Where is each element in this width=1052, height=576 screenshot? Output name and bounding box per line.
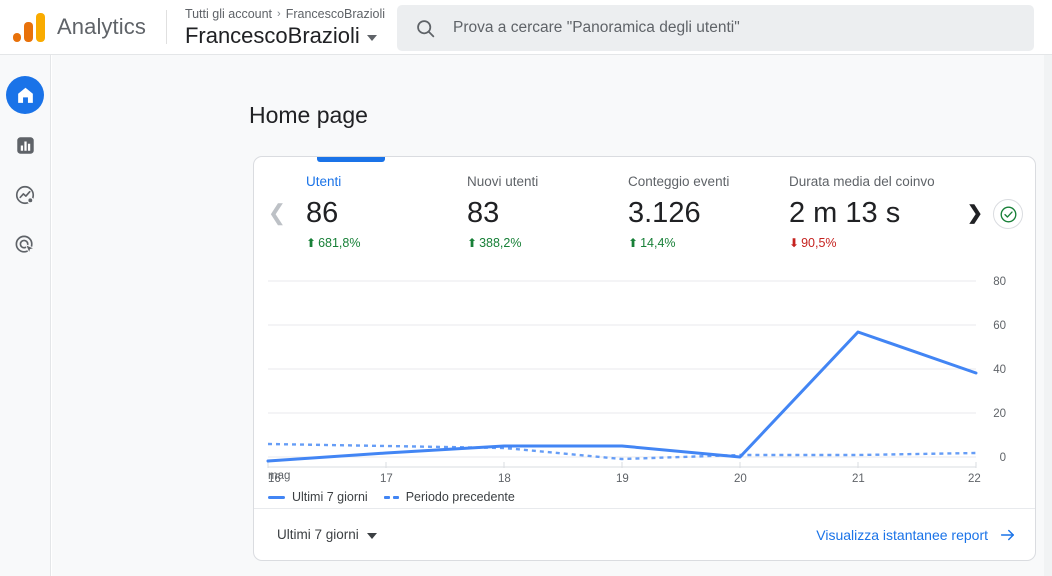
- advertising-target-icon: [15, 235, 36, 255]
- sidebar-item-explore[interactable]: [6, 176, 44, 214]
- analytics-home-link[interactable]: Analytics: [0, 12, 146, 42]
- x-tick-22: 22: [968, 473, 981, 485]
- series-ultimi-7-giorni: [266, 330, 978, 463]
- y-axis-tick-labels: 80 60 40 20 0: [993, 276, 1006, 464]
- left-nav-rail: [0, 55, 51, 576]
- legend-label: Ultimi 7 giorni: [292, 490, 368, 504]
- metric-value: 3.126: [628, 197, 701, 229]
- y-tick-20: 20: [993, 408, 1006, 420]
- metric-delta: ⬆ 14,4%: [628, 236, 789, 250]
- selected-metric-indicator: [317, 157, 385, 162]
- view-report-snapshots-link[interactable]: Visualizza istantanee report: [816, 526, 1017, 544]
- account-name-label: FrancescoBrazioli: [184, 22, 360, 48]
- x-tick-17: 17: [380, 473, 393, 485]
- chart-legend: Ultimi 7 giorni Periodo precedente: [268, 490, 515, 504]
- metrics-next-button[interactable]: ❯: [959, 173, 991, 253]
- date-range-dropdown[interactable]: Ultimi 7 giorni: [277, 527, 377, 542]
- sidebar-item-home[interactable]: [6, 76, 44, 114]
- main-scrollbar[interactable]: [1044, 55, 1052, 576]
- view-report-snapshots-label: Visualizza istantanee report: [816, 526, 988, 543]
- breadcrumb-current[interactable]: FrancescoBrazioli: [286, 6, 385, 22]
- sidebar-item-advertising[interactable]: [6, 226, 44, 264]
- metric-delta: ⬇ 90,5%: [789, 236, 950, 250]
- search-icon: [417, 19, 435, 37]
- date-range-label: Ultimi 7 giorni: [277, 527, 359, 542]
- metric-card-durata-media[interactable]: Durata media del coinvo 2 m 13 s ⬇ 90,5%: [789, 173, 950, 250]
- arrow-up-icon: ⬆: [628, 236, 639, 250]
- card-footer: Ultimi 7 giorni Visualizza istantanee re…: [254, 508, 1035, 560]
- brand-title: Analytics: [57, 14, 146, 39]
- x-axis-tick-labels: 16 17 18 19 20 21 22: [268, 473, 981, 485]
- main-content: Home page ❮ Utenti 86 ⬆ 681,8% Nuovi ute…: [52, 55, 1052, 576]
- legend-label: Periodo precedente: [405, 490, 515, 504]
- y-tick-40: 40: [993, 364, 1006, 376]
- explore-trending-icon: [15, 185, 35, 205]
- overview-card: ❮ Utenti 86 ⬆ 681,8% Nuovi utenti 83 ⬆ 3…: [253, 156, 1036, 561]
- legend-item-ultimi-7-giorni[interactable]: Ultimi 7 giorni: [268, 490, 368, 504]
- metric-delta: ⬆ 681,8%: [306, 236, 467, 250]
- analytics-logo-icon: [12, 12, 46, 42]
- y-tick-0: 0: [1000, 452, 1006, 464]
- home-icon: [17, 87, 33, 103]
- bar-chart-icon: [16, 136, 34, 154]
- metric-strip: ❮ Utenti 86 ⬆ 681,8% Nuovi utenti 83 ⬆ 3…: [254, 173, 1035, 267]
- y-tick-60: 60: [993, 320, 1006, 332]
- metric-card-utenti[interactable]: Utenti 86 ⬆ 681,8%: [306, 173, 467, 250]
- x-axis-unit-label: mag: [268, 470, 291, 482]
- metric-card-conteggio-eventi[interactable]: Conteggio eventi 3.126 ⬆ 14,4%: [628, 173, 789, 250]
- breadcrumb: Tutti gli account › FrancescoBrazioli: [185, 6, 385, 22]
- account-switcher[interactable]: Tutti gli account › FrancescoBrazioli Fr…: [185, 6, 385, 49]
- chart-gridlines: [268, 280, 976, 458]
- breadcrumb-separator-icon: ›: [277, 7, 281, 20]
- app-header: Analytics Tutti gli account › FrancescoB…: [0, 0, 1052, 55]
- metrics-prev-button[interactable]: ❮: [261, 173, 293, 253]
- header-divider: [165, 10, 167, 44]
- x-tick-21: 21: [852, 473, 865, 485]
- chart-svg: 80 60 40 20 0 16 17 18 19 20 21 22: [266, 276, 1006, 485]
- metric-card-nuovi-utenti[interactable]: Nuovi utenti 83 ⬆ 388,2%: [467, 173, 628, 250]
- arrow-right-icon: [1000, 529, 1014, 540]
- metric-delta-value: 388,2%: [479, 236, 522, 250]
- x-tick-18: 18: [498, 473, 511, 485]
- timeseries-chart: 80 60 40 20 0 16 17 18 19 20 21 22 mag U…: [254, 267, 1035, 504]
- app-root: Analytics Tutti gli account › FrancescoB…: [0, 0, 1052, 576]
- legend-solid-swatch-icon: [268, 495, 285, 499]
- caret-down-icon: [366, 34, 377, 41]
- x-tick-20: 20: [734, 473, 747, 485]
- caret-down-icon: [366, 532, 377, 539]
- search-placeholder: Prova a cercare "Panoramica degli utenti…: [453, 19, 740, 36]
- metric-value: 83: [467, 197, 500, 229]
- metric-list: Utenti 86 ⬆ 681,8% Nuovi utenti 83 ⬆ 388…: [293, 173, 959, 250]
- search-input[interactable]: Prova a cercare "Panoramica degli utenti…: [397, 5, 1034, 51]
- arrow-up-icon: ⬆: [467, 236, 478, 250]
- legend-item-periodo-precedente[interactable]: Periodo precedente: [383, 490, 515, 504]
- sidebar-item-reports[interactable]: [6, 126, 44, 164]
- y-tick-80: 80: [993, 276, 1006, 288]
- metric-delta-value: 681,8%: [318, 236, 361, 250]
- arrow-up-icon: ⬆: [306, 236, 317, 250]
- metric-value: 2 m 13 s: [789, 197, 901, 229]
- page-title: Home page: [249, 102, 368, 128]
- x-tick-19: 19: [616, 473, 629, 485]
- metric-value: 86: [306, 197, 339, 229]
- metric-delta: ⬆ 388,2%: [467, 236, 628, 250]
- account-name[interactable]: FrancescoBrazioli: [185, 23, 385, 49]
- metric-label: Conteggio eventi: [628, 174, 730, 189]
- metric-delta-value: 14,4%: [640, 236, 676, 250]
- breadcrumb-root[interactable]: Tutti gli account: [185, 6, 272, 22]
- metric-label: Utenti: [306, 174, 342, 189]
- metric-label: Durata media del coinvo: [789, 174, 935, 189]
- legend-dashed-swatch-icon: [383, 495, 399, 499]
- check-circle-icon: [1000, 206, 1016, 222]
- metric-delta-value: 90,5%: [801, 236, 837, 250]
- metric-label: Nuovi utenti: [467, 174, 539, 189]
- arrow-down-icon: ⬇: [789, 236, 800, 250]
- data-quality-status-button[interactable]: [993, 199, 1023, 229]
